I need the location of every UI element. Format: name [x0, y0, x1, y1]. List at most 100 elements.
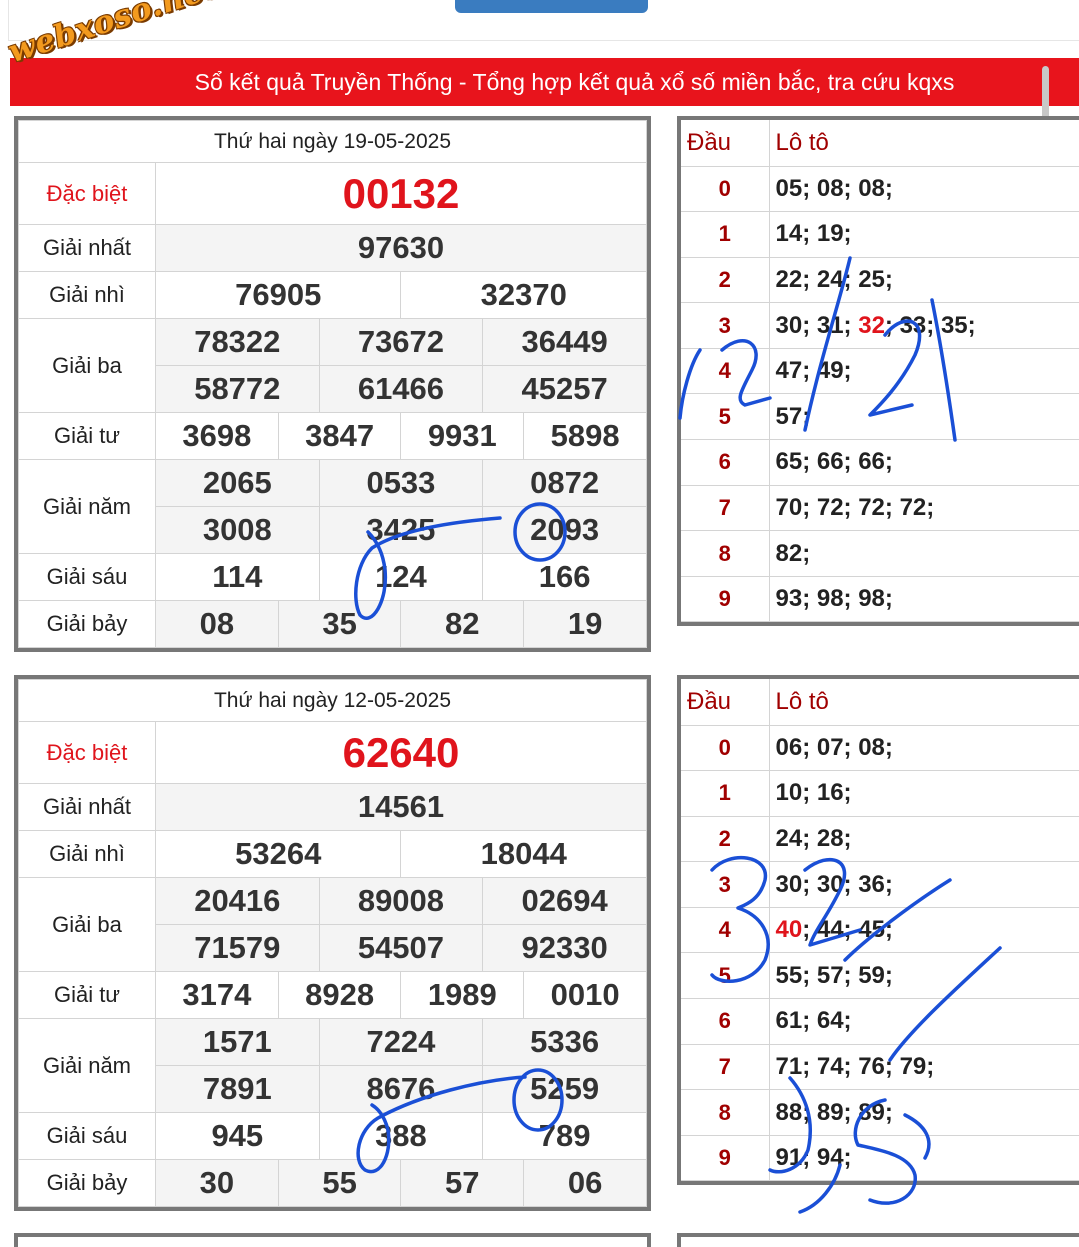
label-sixth: Giải sáu	[18, 1112, 156, 1160]
divider	[8, 40, 1079, 41]
loto-values: 14; 19;	[769, 211, 1079, 258]
prize-fifth: 0533	[318, 459, 484, 507]
loto-head: 0	[681, 725, 770, 772]
label-fourth: Giải tư	[18, 412, 156, 460]
prize-sixth: 114	[155, 553, 320, 601]
loto-values: 47; 49;	[769, 348, 1079, 395]
prize-sixth: 388	[318, 1112, 484, 1160]
prize-fourth: 9931	[400, 412, 525, 460]
prize-third: 02694	[482, 877, 647, 925]
label-first: Giải nhất	[18, 783, 156, 831]
loto-values-text: ; 33; 35;	[884, 311, 976, 339]
prize-seventh: 19	[523, 600, 647, 648]
prize-second: 76905	[154, 271, 402, 319]
label-fifth: Giải năm	[18, 1018, 156, 1113]
loto-values-text: ; 44; 45;	[802, 916, 893, 944]
prize-third: 20416	[155, 877, 320, 925]
prize-fifth: 8676	[318, 1065, 484, 1113]
prize-third: 45257	[482, 365, 647, 413]
prize-seventh: 57	[400, 1159, 525, 1207]
loto-values: 40; 44; 45;	[769, 907, 1079, 954]
prize-fifth: 7224	[318, 1018, 484, 1066]
loto-values: 05; 08; 08;	[769, 166, 1079, 213]
loto-head: 6	[681, 439, 770, 486]
prize-fourth: 0010	[523, 971, 647, 1019]
loto-table-1: Đầu Lô tô 0 05; 08; 08; 1 14; 19; 2 22; 24; …	[677, 116, 1079, 627]
label-seventh: Giải bảy	[18, 1159, 156, 1207]
loto-values: 82;	[769, 530, 1079, 577]
label-first: Giải nhất	[18, 224, 156, 272]
prize-second: 32370	[400, 271, 647, 319]
loto-values: 22; 24; 25;	[769, 257, 1079, 304]
loto-values: 93; 98; 98;	[769, 576, 1079, 623]
loto-head: 7	[681, 1044, 770, 1091]
top-button[interactable]	[455, 0, 648, 13]
loto-title-label: Lô tô	[769, 679, 1079, 726]
loto-values: 88; 89; 89;	[769, 1089, 1079, 1136]
prize-sixth: 166	[482, 553, 647, 601]
prize-fifth: 7891	[155, 1065, 320, 1113]
loto-head: 3	[681, 861, 770, 908]
label-special: Đặc biệt	[18, 721, 156, 784]
loto-head: 4	[681, 907, 770, 954]
prize-fifth: 3008	[155, 506, 320, 554]
loto-table-2: Đầu Lô tô 0 06; 07; 08; 1 10; 16; 2 24; 28; …	[677, 675, 1079, 1186]
label-seventh: Giải bảy	[18, 600, 156, 648]
prize-fourth: 5898	[523, 412, 647, 460]
loto-values: 71; 74; 76; 79;	[769, 1044, 1079, 1091]
prize-third: 92330	[482, 924, 647, 972]
prize-sixth: 789	[482, 1112, 647, 1160]
label-second: Giải nhì	[18, 830, 156, 878]
prize-third: 89008	[318, 877, 484, 925]
prize-seventh: 55	[277, 1159, 402, 1207]
prize-seventh: 06	[523, 1159, 647, 1207]
loto-head: 8	[681, 530, 770, 577]
loto-values: 70; 72; 72; 72;	[769, 485, 1079, 532]
loto-head-label: Đầu	[681, 120, 770, 167]
prize-seventh: 35	[277, 600, 402, 648]
label-special: Đặc biệt	[18, 162, 156, 225]
loto-values-text: 30; 31;	[775, 311, 859, 339]
prize-third: 36449	[482, 318, 647, 366]
prize-third: 73672	[318, 318, 484, 366]
loto-head: 5	[681, 952, 770, 1000]
prize-fifth: 0872	[482, 459, 647, 507]
label-fifth: Giải năm	[18, 459, 156, 554]
loto-head: 5	[681, 393, 770, 441]
label-second: Giải nhì	[18, 271, 156, 319]
prize-fourth: 3847	[277, 412, 402, 460]
prize-fourth: 3174	[155, 971, 279, 1019]
prize-second: 53264	[154, 830, 402, 878]
prize-third: 71579	[155, 924, 320, 972]
prize-fourth: 3698	[155, 412, 279, 460]
page-banner: Sổ kết quả Truyền Thống - Tổng hợp kết q…	[10, 58, 1079, 106]
loto-head: 1	[681, 770, 770, 817]
prize-seventh: 30	[155, 1159, 279, 1207]
loto-head: 2	[681, 257, 770, 304]
loto-values: 10; 16;	[769, 770, 1079, 817]
result-table-3	[14, 1233, 651, 1247]
prize-third: 54507	[318, 924, 484, 972]
draw-date: Thứ hai ngày 19-05-2025	[18, 120, 647, 163]
prize-third: 78322	[155, 318, 320, 366]
prize-fifth: 1571	[155, 1018, 320, 1066]
label-fourth: Giải tư	[18, 971, 156, 1019]
label-third: Giải ba	[18, 318, 156, 413]
loto-values: 06; 07; 08;	[769, 725, 1079, 772]
prize-second: 18044	[400, 830, 647, 878]
loto-head: 2	[681, 816, 770, 863]
loto-head: 8	[681, 1089, 770, 1136]
loto-values: 55; 57; 59;	[769, 952, 1079, 1000]
prize-first: 97630	[155, 224, 647, 272]
prize-special: 00132	[155, 162, 647, 225]
loto-values: 65; 66; 66;	[769, 439, 1079, 486]
loto-head: 3	[681, 302, 770, 349]
loto-head: 7	[681, 485, 770, 532]
loto-head: 4	[681, 348, 770, 395]
prize-fifth: 2093	[482, 506, 647, 554]
loto-head: 9	[681, 1135, 770, 1182]
loto-values: 30; 31; 32; 33; 35;	[769, 302, 1079, 349]
prize-fifth: 5336	[482, 1018, 647, 1066]
loto-head: 9	[681, 576, 770, 623]
prize-fifth: 3425	[318, 506, 484, 554]
